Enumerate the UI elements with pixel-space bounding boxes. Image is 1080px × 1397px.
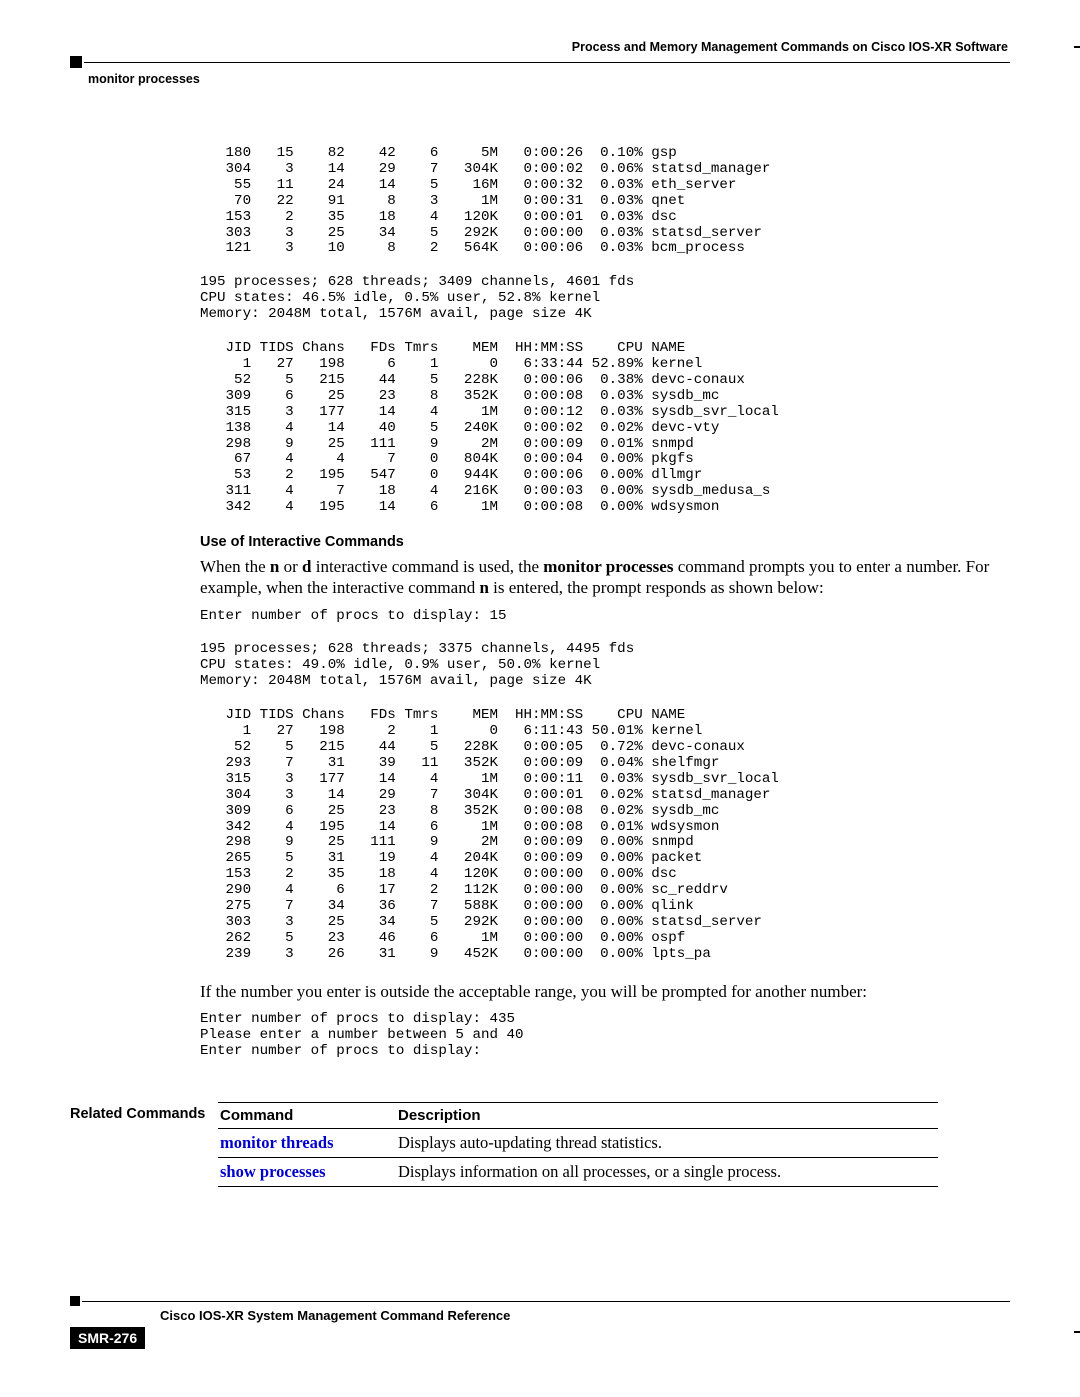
process-table-3: JID TIDS Chans FDs Tmrs MEM HH:MM:SS CPU… (200, 708, 1010, 963)
page-number-badge: SMR-276 (70, 1327, 145, 1349)
related-command-desc: Displays auto-updating thread statistics… (396, 1128, 938, 1157)
section-label: monitor processes (88, 72, 1010, 86)
related-command-link-cell: monitor threads (218, 1128, 396, 1157)
header-rule (70, 56, 1010, 68)
summary-stats-1: 195 processes; 628 threads; 3409 channel… (200, 275, 1010, 323)
col-description: Description (396, 1102, 938, 1128)
related-command-row: monitor threads Displays auto-updating th… (218, 1128, 938, 1157)
footer-square-icon (70, 1296, 80, 1306)
related-command-link-cell: show processes (218, 1157, 396, 1186)
related-commands-label: Related Commands (70, 1102, 218, 1122)
crop-mark (1074, 46, 1080, 48)
related-command-row: show processes Displays information on al… (218, 1157, 938, 1186)
header-square-icon (70, 56, 82, 68)
related-commands-table: Command Description monitor threads Displ… (218, 1102, 938, 1187)
related-command-link[interactable]: show processes (220, 1162, 326, 1181)
running-header: Process and Memory Management Commands o… (70, 40, 1010, 54)
related-command-desc: Displays information on all processes, o… (396, 1157, 938, 1186)
page-footer: Cisco IOS-XR System Management Command R… (70, 1296, 1010, 1349)
col-command: Command (218, 1102, 396, 1128)
related-command-link[interactable]: monitor threads (220, 1133, 334, 1152)
process-table-2: JID TIDS Chans FDs Tmrs MEM HH:MM:SS CPU… (200, 341, 1010, 516)
summary-stats-2: 195 processes; 628 threads; 3375 channel… (200, 642, 1010, 690)
footer-book-title: Cisco IOS-XR System Management Command R… (160, 1308, 1010, 1323)
crop-mark (1074, 1331, 1080, 1333)
subheading-interactive: Use of Interactive Commands (200, 534, 1010, 550)
cli-prompt-2: Enter number of procs to display: 435 Pl… (200, 1012, 1010, 1060)
paragraph-interactive-intro: When the n or d interactive command is u… (200, 556, 1010, 599)
paragraph-out-of-range: If the number you enter is outside the a… (200, 981, 1010, 1002)
cli-prompt-1: Enter number of procs to display: 15 (200, 609, 1010, 625)
process-table-fragment-1: 180 15 82 42 6 5M 0:00:26 0.10% gsp 304 … (200, 146, 1010, 257)
